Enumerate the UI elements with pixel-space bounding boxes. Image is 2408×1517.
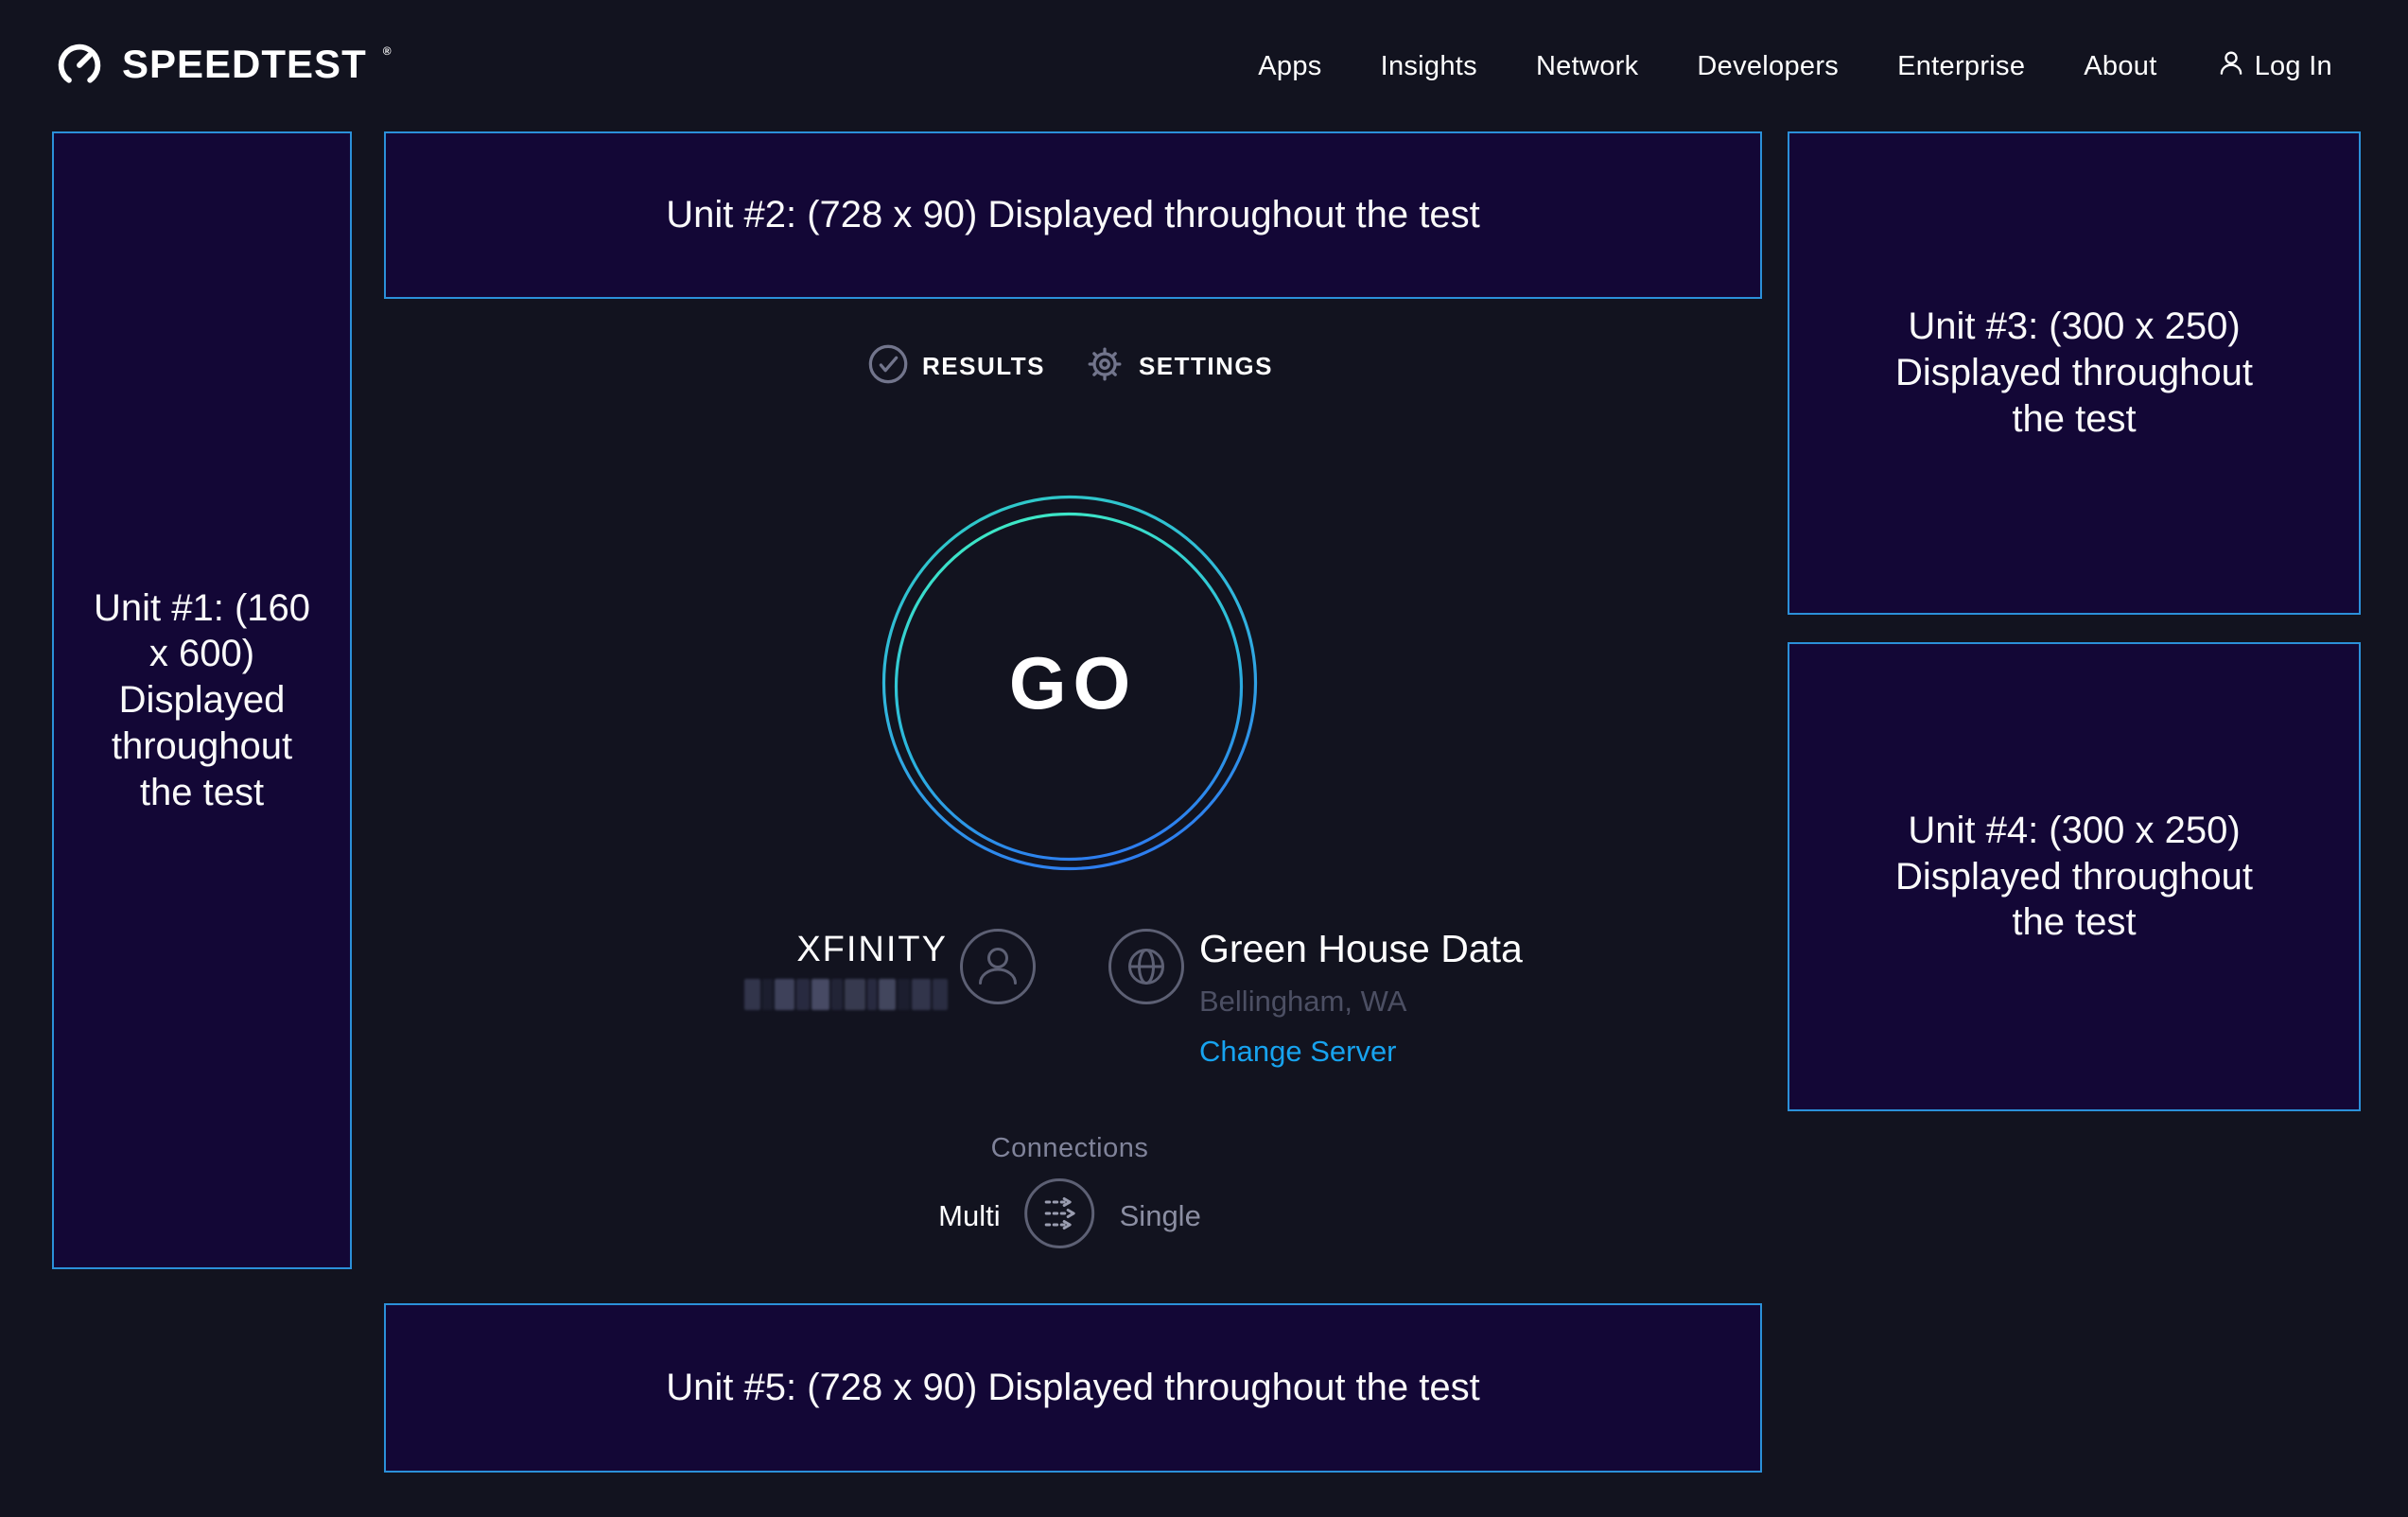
main-content: RESULTS: [352, 0, 1788, 1517]
ad-unit-3: Unit #3: (300 x 250) Displayed throughou…: [1788, 131, 2361, 615]
tabs-bar: RESULTS: [866, 342, 1273, 391]
login-label: Log In: [2255, 51, 2332, 82]
connections-option-multi[interactable]: Multi: [938, 1199, 1000, 1233]
tab-results[interactable]: RESULTS: [866, 342, 1045, 391]
provider-block: XFINITY: [744, 932, 948, 1010]
redacted-ip-address: [744, 979, 948, 1010]
logo[interactable]: SPEEDTEST ®: [52, 37, 392, 96]
ad-unit-1: Unit #1: (160 x 600) Displayed throughou…: [52, 131, 352, 1269]
nav-item-about[interactable]: About: [2084, 51, 2156, 82]
logo-text: SPEEDTEST: [122, 37, 367, 92]
tab-results-label: RESULTS: [922, 352, 1045, 381]
login-button[interactable]: Log In: [2216, 47, 2332, 85]
ad-unit-3-text: Unit #3: (300 x 250) Displayed throughou…: [1866, 304, 2282, 442]
ad-unit-1-text: Unit #1: (160 x 600) Displayed throughou…: [89, 585, 316, 816]
server-block: Green House Data Bellingham, WA Change S…: [1199, 929, 1523, 1069]
connections-option-single[interactable]: Single: [1120, 1199, 1201, 1233]
isp-person-icon: [958, 927, 1038, 1011]
connections-toggle-row: Multi Single: [938, 1177, 1201, 1255]
ad-unit-4: Unit #4: (300 x 250) Displayed throughou…: [1788, 642, 2361, 1111]
login-person-icon: [2216, 47, 2246, 85]
speedtest-page: SPEEDTEST ® Apps Insights Network Develo…: [0, 0, 2408, 1517]
connections-label: Connections: [991, 1133, 1149, 1164]
tab-settings[interactable]: SETTINGS: [1083, 342, 1273, 391]
server-location: Bellingham, WA: [1199, 985, 1406, 1019]
provider-name: XFINITY: [796, 932, 948, 968]
connections-toggle-icon[interactable]: [1023, 1177, 1097, 1255]
nav-item-enterprise[interactable]: Enterprise: [1897, 51, 2025, 82]
gear-icon: [1083, 342, 1126, 391]
go-button[interactable]: GO: [871, 484, 1268, 881]
go-button-label: GO: [871, 484, 1268, 881]
speedometer-logo-icon: [52, 37, 107, 96]
change-server-link[interactable]: Change Server: [1199, 1035, 1397, 1069]
tab-settings-label: SETTINGS: [1139, 352, 1273, 381]
server-globe-icon: [1107, 927, 1186, 1011]
ad-unit-4-text: Unit #4: (300 x 250) Displayed throughou…: [1866, 808, 2282, 946]
server-name: Green House Data: [1199, 929, 1523, 969]
check-circle-icon: [866, 342, 910, 391]
